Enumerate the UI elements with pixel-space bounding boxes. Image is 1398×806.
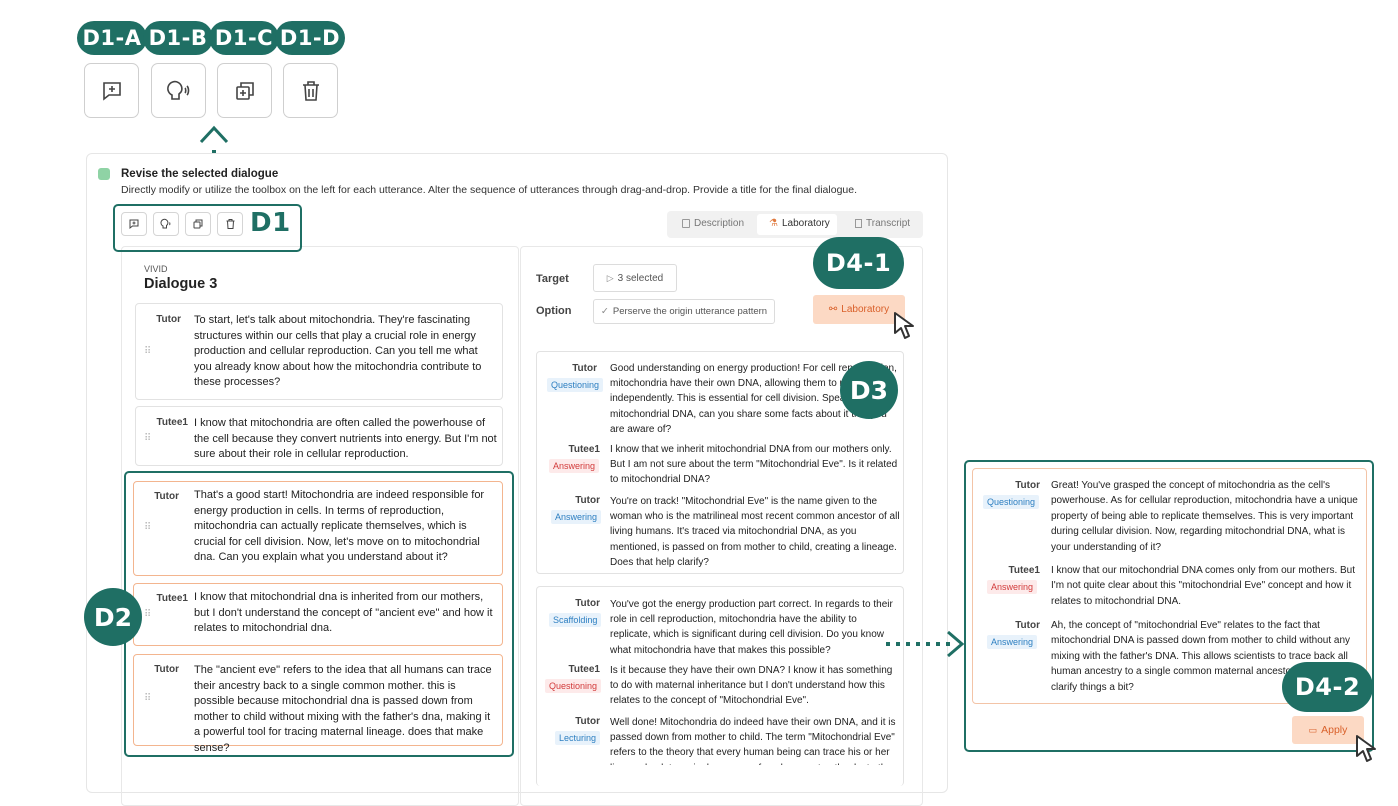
utterance-text[interactable]: To start, let's talk about mitochondria.… [194, 313, 494, 391]
utterance-text[interactable]: I know that mitochondria are often calle… [194, 416, 499, 463]
speaker-label: Tutor [1015, 620, 1040, 631]
toolbox-label-add: D1-A [77, 21, 147, 55]
option-toggle-label: Perserve the origin utterance pattern [612, 306, 768, 317]
d2-highlight [124, 471, 514, 757]
panel-title: Revise the selected dialogue [121, 168, 279, 180]
speaker-label: Tutor [156, 314, 181, 325]
toolbox-label-duplicate: D1-C [209, 21, 279, 55]
target-select-value: 3 selected [617, 272, 664, 284]
dialogue-act-tag: Questioning [547, 378, 604, 392]
status-dot [98, 168, 110, 180]
dialogue-source: VIVID [144, 264, 168, 274]
utterance-card[interactable]: ⠿ Tutor To start, let's talk about mitoc… [135, 303, 503, 400]
pointer-icon: ▷ [606, 272, 614, 283]
speaker-label: Tutor [575, 716, 600, 727]
dialogue-act-tag: Questioning [545, 679, 602, 693]
d1-label: D1 [250, 208, 291, 238]
speaker-label: Tutor [572, 363, 597, 374]
utterance-text: You've got the energy production part co… [610, 599, 893, 656]
check-icon: ✓ [600, 306, 609, 317]
dialogue-act-tag: Lecturing [555, 731, 601, 745]
utterance-text: I know that we inherit mitochondrial DNA… [610, 444, 898, 486]
cursor-icon [894, 312, 914, 339]
speaker-label: Tutee1 [156, 417, 189, 428]
laboratory-button-label: Laboratory [841, 304, 890, 315]
tab-laboratory[interactable]: ⚗ Laboratory [769, 218, 830, 229]
utterance-text: Is it because they have their own DNA? I… [610, 665, 893, 707]
tab-description-label: Description [694, 218, 745, 229]
tab-description[interactable]: Description [682, 218, 744, 229]
dialogue-title: Dialogue 3 [144, 276, 218, 292]
transcript-icon [855, 219, 862, 228]
target-select[interactable]: ▷ 3 selected [593, 264, 677, 292]
speaker-label: Tutor [575, 495, 600, 506]
duplicate-icon [235, 81, 254, 100]
panel-subtitle: Directly modify or utilize the toolbox o… [121, 184, 858, 196]
cursor-icon [1356, 735, 1376, 762]
link-icon: ⚯ [828, 304, 838, 315]
speaker-label: Tutee1 [568, 444, 601, 455]
document-icon [682, 219, 690, 228]
speaker-label: Tutee1 [568, 664, 601, 675]
utterance-text: I know that our mitochondrial DNA comes … [1051, 565, 1356, 607]
lab-result-card[interactable]: Tutor Scaffolding You've got the energy … [536, 586, 904, 786]
speak-button[interactable] [151, 63, 206, 118]
dialogue-act-tag: Scaffolding [549, 613, 602, 627]
laboratory-button[interactable]: ⚯ Laboratory [813, 295, 905, 324]
duplicate-button[interactable] [217, 63, 272, 118]
flask-icon: ⚗ [769, 218, 778, 229]
dialogue-act-tag: Questioning [983, 495, 1040, 509]
trash-icon [302, 80, 319, 101]
drag-handle-icon[interactable]: ⠿ [144, 433, 151, 444]
speaker-label: Tutor [575, 598, 600, 609]
add-comment-button[interactable] [84, 63, 139, 118]
tab-transcript[interactable]: Transcript [855, 218, 910, 229]
apply-button[interactable]: ▭ Apply [1292, 716, 1364, 744]
speak-icon [166, 80, 189, 100]
dialogue-act-tag: Answering [987, 580, 1038, 594]
dialogue-act-tag: Answering [549, 459, 600, 473]
speaker-label: Tutee1 [1008, 565, 1041, 576]
toolbox-label-voice: D1-B [143, 21, 213, 55]
option-label: Option [536, 305, 572, 317]
drag-handle-icon[interactable]: ⠿ [144, 346, 151, 357]
apply-button-label: Apply [1321, 724, 1348, 736]
comment-plus-icon [102, 81, 121, 101]
tab-laboratory-label: Laboratory [781, 218, 830, 229]
d2-label: D2 [84, 588, 142, 646]
speaker-label: Tutor [1015, 480, 1040, 491]
toolbox-label-delete: D1-D [275, 21, 345, 55]
utterance-text: Great! You've grasped the concept of mit… [1051, 480, 1358, 553]
target-label: Target [536, 273, 569, 285]
d4-2-label: D4-2 [1282, 662, 1373, 712]
utterance-card[interactable]: ⠿ Tutee1 I know that mitochondria are of… [135, 406, 503, 466]
dotted-arrow-right [886, 630, 965, 658]
comment-icon: ▭ [1308, 724, 1318, 735]
dialogue-act-tag: Answering [551, 510, 602, 524]
utterance-text: You're on track! "Mitochondrial Eve" is … [610, 496, 900, 568]
delete-button[interactable] [283, 63, 338, 118]
d3-label: D3 [840, 361, 898, 419]
dialogue-act-tag: Answering [987, 635, 1038, 649]
utterance-text: Well done! Mitochondria do indeed have t… [610, 717, 896, 765]
tab-transcript-label: Transcript [866, 218, 911, 229]
option-toggle[interactable]: ✓ Perserve the origin utterance pattern [593, 299, 775, 324]
d4-1-label: D4-1 [813, 237, 904, 289]
